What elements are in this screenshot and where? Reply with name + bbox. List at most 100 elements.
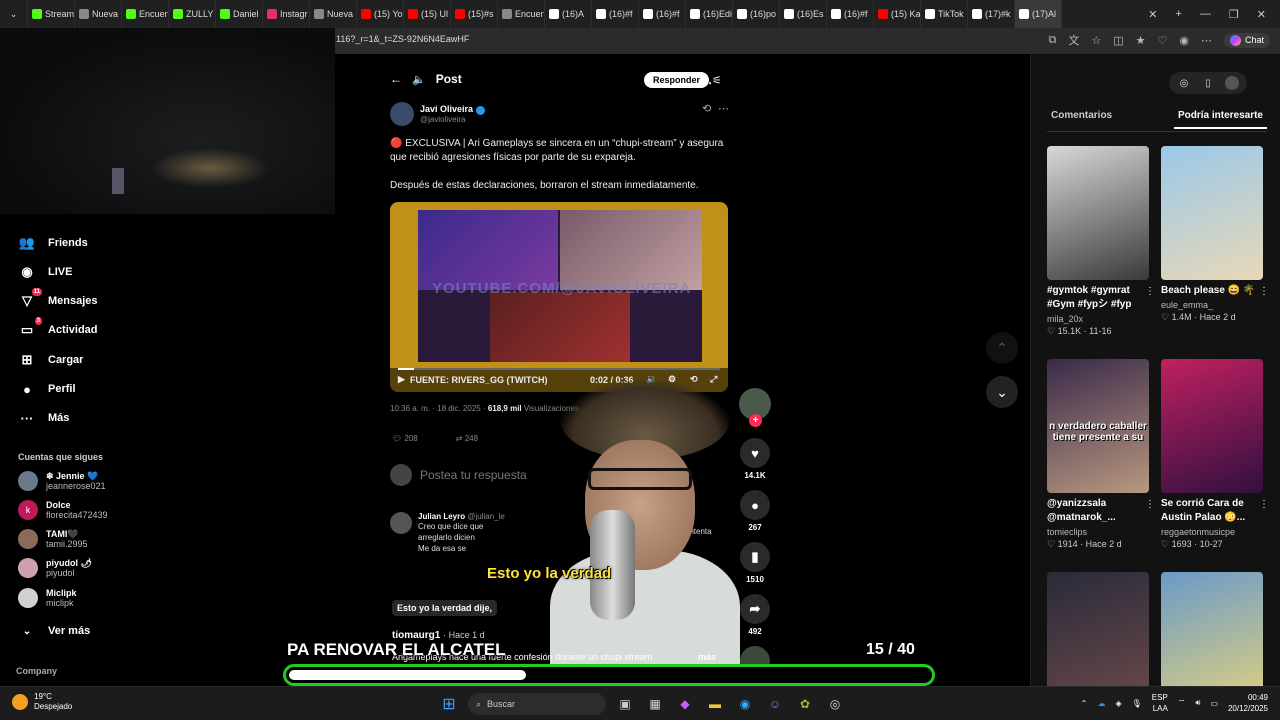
network-icon[interactable]: ◈ [1115, 699, 1121, 708]
browser-tab[interactable]: Daniel [216, 0, 263, 28]
sidebar-item-upload[interactable]: ⊞ Cargar [18, 351, 84, 369]
chevron-up-icon[interactable]: ⌃ [1081, 699, 1088, 708]
video-progress-bar[interactable] [398, 368, 720, 370]
following-account[interactable]: Miclipk miclipk [18, 588, 77, 608]
share-button[interactable]: ➦ 492 [738, 594, 772, 636]
following-account[interactable]: k Dolce florecita472439 [18, 500, 108, 520]
browser-tab[interactable]: Stream [28, 0, 75, 28]
comments-button[interactable]: ● 267 [738, 490, 772, 532]
author-avatar[interactable] [390, 102, 414, 126]
browser-essentials-icon[interactable]: ♡ [1158, 34, 1168, 47]
browser-tab[interactable]: (15) Yo [357, 0, 404, 28]
browser-tab[interactable]: Instagr [263, 0, 310, 28]
video-thumbnail[interactable] [1047, 146, 1149, 280]
see-more-link[interactable]: ⌄ Ver más [18, 622, 90, 640]
tab-interesting[interactable]: Podría interesarte [1173, 110, 1267, 129]
edge-browser-icon[interactable]: ◉ [734, 693, 756, 715]
restore-icon[interactable]: ❐ [1229, 8, 1239, 21]
video-thumbnail[interactable] [1161, 359, 1263, 493]
copilot-app-icon[interactable]: ◆ [674, 693, 696, 715]
video-thumbnail[interactable] [1161, 146, 1263, 280]
sidebar-item-activity[interactable]: ▭ 3 Actividad [18, 317, 98, 339]
filter-settings-icon[interactable]: ⚟ [712, 74, 722, 87]
obs-icon[interactable]: ◎ [824, 693, 846, 715]
video-title[interactable]: @yanizzsala @matnarok_... [1047, 497, 1149, 525]
reply-action[interactable]: 💬︎ 208 [392, 434, 418, 443]
taskbar-search[interactable]: ⌕ Buscar [468, 693, 606, 715]
weather-widget[interactable]: 19°C Despejado [12, 692, 72, 712]
like-button[interactable]: ♥ 14.1K [738, 438, 772, 480]
new-tab-icon[interactable]: + [1175, 8, 1181, 21]
copilot-chat-button[interactable]: Chat [1223, 32, 1270, 48]
favorites-icon[interactable]: ★ [1136, 34, 1146, 47]
company-link[interactable]: Company [16, 666, 57, 676]
video-title[interactable]: Beach please 😄 🌴 [1161, 284, 1263, 298]
back-arrow-icon[interactable]: ← [390, 72, 402, 86]
minimize-icon[interactable]: — [1200, 8, 1211, 21]
video-author[interactable]: mila_20x [1047, 314, 1149, 324]
browser-tab[interactable]: (16)Es [780, 0, 827, 28]
device-icon[interactable]: ▯ [1201, 76, 1215, 90]
reply-input[interactable]: Postea tu respuesta [390, 464, 527, 486]
tab-comments[interactable]: Comentarios [1047, 110, 1116, 129]
sound-icon[interactable]: 🔈 [412, 73, 426, 86]
chevron-down-icon[interactable]: ⌄ [986, 376, 1018, 408]
video-thumbnail[interactable]: n verdadero caballer tiene presente a su [1047, 359, 1149, 493]
video-author[interactable]: eule_emma_ [1161, 300, 1263, 310]
video-card[interactable]: Beach please 😄 🌴 eule_emma_ ♡ 1.4M · Hace … [1161, 146, 1269, 323]
video-title[interactable]: #gymtok #gymrat #Gym #fypシ #fyp [1047, 284, 1149, 312]
save-button[interactable]: ▮ 1510 [738, 542, 772, 584]
following-account[interactable]: TAMI🖤 tamii.2995 [18, 529, 88, 549]
following-account[interactable]: piyudol 🌶 piyudol [18, 558, 92, 578]
close-tab-icon[interactable]: ✕ [1148, 8, 1157, 21]
more-options-icon[interactable]: ⋯ [700, 76, 712, 90]
browser-tab[interactable]: TikTok [921, 0, 968, 28]
browser-tab[interactable]: (16)#f [639, 0, 686, 28]
task-view-icon[interactable]: ▣ [614, 693, 636, 715]
battery-icon[interactable]: ▭ [1210, 699, 1218, 708]
browser-tab[interactable]: (16)#f [827, 0, 874, 28]
video-title[interactable]: Se corrió Cara de Austin Palao 😳... [1161, 497, 1263, 525]
follow-plus-icon[interactable]: + [749, 414, 762, 427]
clock[interactable]: 00:49 20/12/2025 [1228, 692, 1268, 714]
browser-tab[interactable]: Encuen [122, 0, 169, 28]
browser-tab[interactable]: Nueva [310, 0, 357, 28]
browser-tab[interactable]: (15) Ka [874, 0, 921, 28]
browser-tab[interactable]: (16)A [545, 0, 592, 28]
video-card[interactable]: Se corrió Cara de Austin Palao 😳... regga… [1161, 359, 1269, 550]
browser-tab[interactable]: Nueva [75, 0, 122, 28]
video-player[interactable]: YOUTUBE.COM/@JAVIOLIVEIRA ▶ FUENTE: RIVE… [390, 202, 728, 392]
video-card[interactable]: n verdadero caballer tiene presente a su… [1047, 359, 1155, 550]
browser-tab[interactable]: (17)Al [1015, 0, 1062, 28]
url-text[interactable]: 116?_r=1&_t=ZS-92N6N4EawHF [336, 34, 469, 44]
browser-tab[interactable]: (15) Ul [404, 0, 451, 28]
settings-menu-icon[interactable]: ⋯ [1201, 34, 1212, 47]
open-in-app-icon[interactable]: ⧉ [1048, 34, 1056, 47]
mic-icon[interactable]: 🎙︎ [1132, 699, 1142, 708]
browser-tab[interactable]: Encuen [498, 0, 545, 28]
play-icon[interactable]: ▶ [398, 374, 405, 385]
author-name[interactable]: Javi Oliveira [420, 104, 473, 114]
browser-tab[interactable]: (15)#s [451, 0, 498, 28]
browser-tab[interactable]: (16)#f [592, 0, 639, 28]
file-explorer-icon[interactable]: ▬ [704, 693, 726, 715]
post-more-icon[interactable]: ⋯ [718, 102, 729, 115]
app-icon[interactable]: ✿ [794, 693, 816, 715]
split-screen-icon[interactable]: ◫ [1113, 34, 1123, 47]
tab-menu-button[interactable]: ⌄ [0, 0, 28, 28]
favorite-star-icon[interactable]: ☆ [1091, 34, 1101, 47]
browser-tab[interactable]: (16)Edi [686, 0, 733, 28]
creator-avatar[interactable]: + [738, 388, 772, 427]
profile-avatar-icon[interactable]: ◉ [1179, 34, 1189, 47]
author-handle[interactable]: @javioliveira [420, 115, 485, 124]
comment-avatar[interactable] [390, 512, 412, 534]
browser-tab[interactable]: (16)po [733, 0, 780, 28]
video-card[interactable]: #gymtok #gymrat #Gym #fypシ #fyp mila_20x ♡… [1047, 146, 1155, 337]
video-author[interactable]: tomieclips [1047, 527, 1149, 537]
post-author[interactable]: Javi Oliveira @javioliveira [390, 102, 486, 126]
coin-icon[interactable]: ◎ [1177, 76, 1191, 90]
user-avatar-icon[interactable] [1225, 76, 1239, 90]
sidebar-item-friends[interactable]: 👥 Friends [18, 234, 88, 252]
volume-icon[interactable]: 🔊︎ [1195, 698, 1200, 708]
browser-tab[interactable]: ZULLY [169, 0, 216, 28]
